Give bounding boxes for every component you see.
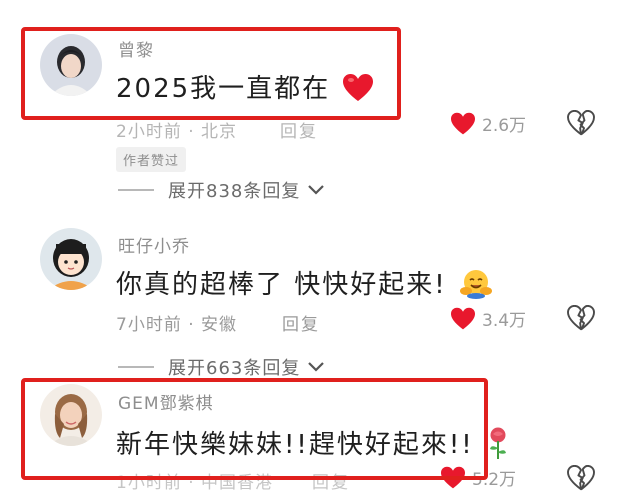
like-count: 2.6万 (482, 116, 527, 136)
chevron-down-icon (308, 362, 325, 372)
like-button[interactable]: 3.4万 (450, 306, 526, 331)
highlight-box (21, 27, 401, 120)
expand-replies-button[interactable]: 展开663条回复 (118, 354, 326, 380)
broken-heart-icon[interactable] (567, 110, 595, 136)
comment-meta: 7小时前 · 安徽 (116, 315, 238, 335)
like-count: 3.4万 (482, 311, 527, 331)
divider-line (118, 189, 154, 191)
comment-author[interactable]: 旺仔小乔 (118, 232, 190, 257)
comment-text: 你真的超棒了 快快好起来! (116, 264, 493, 301)
chevron-down-icon (308, 185, 325, 195)
reply-button[interactable]: 回复 (282, 310, 320, 335)
broken-heart-icon[interactable] (567, 305, 595, 331)
divider-line (118, 366, 154, 368)
highlight-box (21, 378, 488, 480)
avatar[interactable] (40, 228, 102, 290)
reply-button[interactable]: 回复 (280, 117, 318, 142)
rose-icon (489, 427, 506, 459)
expand-replies-label: 展开663条回复 (168, 358, 301, 379)
expand-replies-button[interactable]: 展开838条回复 (118, 177, 326, 203)
broken-heart-icon[interactable] (567, 465, 595, 491)
hugging-face-icon (459, 269, 492, 299)
expand-replies-label: 展开838条回复 (168, 181, 301, 202)
comment-meta: 2小时前 · 北京 (116, 122, 238, 142)
author-liked-badge: 作者赞过 (116, 147, 187, 172)
heart-icon (451, 307, 475, 329)
heart-icon (451, 112, 475, 134)
like-button[interactable]: 2.6万 (450, 111, 526, 136)
